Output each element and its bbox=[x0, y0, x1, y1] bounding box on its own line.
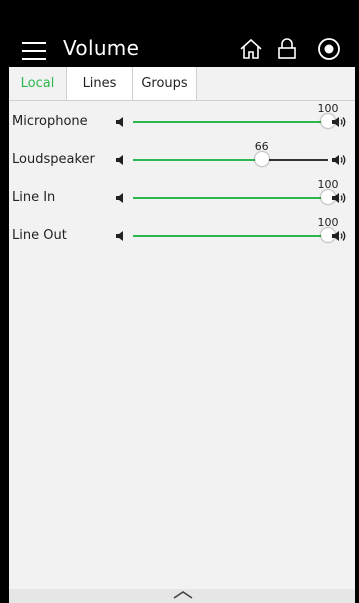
speaker-low-icon[interactable] bbox=[115, 116, 125, 128]
tab-local[interactable]: Local bbox=[9, 67, 66, 100]
speaker-high-icon[interactable] bbox=[331, 153, 347, 167]
speaker-high-icon[interactable] bbox=[331, 191, 347, 205]
tab-bar: Local Lines Groups bbox=[9, 67, 355, 101]
volume-slider-line-in[interactable]: 100 bbox=[133, 178, 339, 204]
home-icon[interactable] bbox=[239, 37, 263, 61]
slider-value: 100 bbox=[317, 102, 339, 115]
slider-fill bbox=[133, 235, 328, 237]
slider-value: 66 bbox=[254, 140, 269, 153]
speaker-high-icon[interactable] bbox=[331, 229, 347, 243]
stop-icon[interactable] bbox=[317, 37, 341, 61]
slider-value: 100 bbox=[317, 216, 339, 229]
volume-slider-line-out[interactable]: 100 bbox=[133, 216, 339, 242]
header-bar: Volume bbox=[9, 29, 355, 67]
tab-groups[interactable]: Groups bbox=[133, 67, 197, 100]
channel-row-microphone: Microphone 100 bbox=[9, 101, 355, 139]
slider-fill bbox=[133, 121, 328, 123]
volume-slider-microphone[interactable]: 100 bbox=[133, 102, 339, 128]
channel-label: Line In bbox=[12, 190, 56, 205]
slider-fill bbox=[133, 197, 328, 199]
frame-right bbox=[355, 0, 359, 603]
speaker-low-icon[interactable] bbox=[115, 192, 125, 204]
channel-label: Loudspeaker bbox=[12, 152, 95, 167]
app-window: Volume Local Lines Groups Microphone 100… bbox=[9, 0, 355, 603]
slider-thumb[interactable] bbox=[254, 152, 269, 166]
page-title: Volume bbox=[63, 36, 140, 60]
status-strip bbox=[9, 0, 355, 29]
tab-lines[interactable]: Lines bbox=[66, 67, 133, 100]
bottom-bar[interactable] bbox=[9, 589, 355, 603]
channel-label: Microphone bbox=[12, 114, 88, 129]
lock-icon[interactable] bbox=[275, 37, 299, 61]
channel-row-line-out: Line Out 100 bbox=[9, 215, 355, 253]
channel-row-line-in: Line In 100 bbox=[9, 177, 355, 215]
speaker-low-icon[interactable] bbox=[115, 154, 125, 166]
frame-left bbox=[0, 0, 9, 603]
slider-fill bbox=[133, 159, 262, 161]
channel-label: Line Out bbox=[12, 228, 67, 243]
speaker-low-icon[interactable] bbox=[115, 230, 125, 242]
speaker-high-icon[interactable] bbox=[331, 115, 347, 129]
menu-icon[interactable] bbox=[22, 42, 46, 62]
volume-slider-loudspeaker[interactable]: 66 bbox=[133, 140, 328, 166]
slider-value: 100 bbox=[317, 178, 339, 191]
chevron-up-icon[interactable] bbox=[172, 589, 194, 599]
channel-list: Microphone 100 Loudspeaker 66 Line In 10… bbox=[9, 101, 355, 253]
channel-row-loudspeaker: Loudspeaker 66 bbox=[9, 139, 355, 177]
